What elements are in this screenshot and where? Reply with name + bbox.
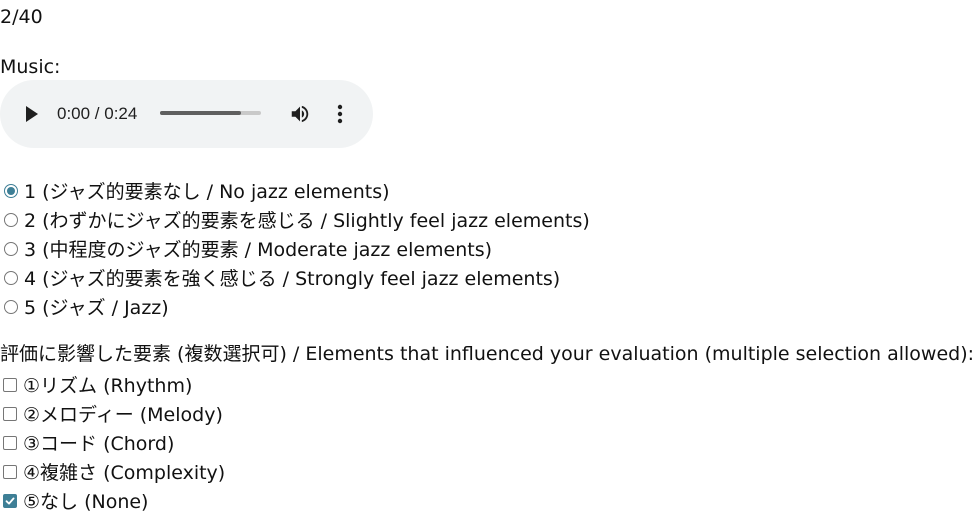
- rating-option-5[interactable]: 5 (ジャズ / Jazz): [0, 292, 590, 321]
- rating-option-label: 4 (ジャズ的要素を強く感じる / Strongly feel jazz ele…: [24, 268, 561, 290]
- influencing-elements-label: 評価に影響した要素 (複数選択可) / Elements that influe…: [0, 343, 973, 365]
- element-option-label: ①リズム (Rhythm): [23, 375, 193, 397]
- music-label: Music:: [0, 56, 61, 78]
- rating-radio[interactable]: [4, 212, 18, 227]
- volume-icon[interactable]: [289, 103, 311, 125]
- element-option-chord[interactable]: ③コード (Chord): [0, 428, 225, 457]
- element-option-melody[interactable]: ②メロディー (Melody): [0, 399, 225, 428]
- element-option-label: ③コード (Chord): [23, 433, 175, 455]
- rating-radio[interactable]: [4, 183, 18, 198]
- seek-bar[interactable]: [160, 111, 261, 115]
- element-option-rhythm[interactable]: ①リズム (Rhythm): [0, 370, 225, 399]
- influencing-elements-group: ①リズム (Rhythm) ②メロディー (Melody) ③コード (Chor…: [0, 370, 225, 515]
- more-options-icon[interactable]: [333, 103, 347, 125]
- rating-radio[interactable]: [4, 241, 18, 256]
- rating-option-2[interactable]: 2 (わずかにジャズ的要素を感じる / Slightly feel jazz e…: [0, 205, 590, 234]
- checkmark-icon: [5, 497, 15, 504]
- rating-option-4[interactable]: 4 (ジャズ的要素を強く感じる / Strongly feel jazz ele…: [0, 263, 590, 292]
- element-option-none[interactable]: ⑤なし (None): [0, 486, 225, 515]
- play-icon[interactable]: [24, 105, 40, 123]
- jazz-rating-group: 1 (ジャズ的要素なし / No jazz elements) 2 (わずかにジ…: [0, 176, 590, 321]
- element-checkbox[interactable]: [3, 464, 17, 479]
- seek-bar-progress: [160, 111, 241, 115]
- element-option-label: ④複雑さ (Complexity): [23, 462, 226, 484]
- element-checkbox[interactable]: [3, 493, 17, 508]
- element-checkbox[interactable]: [3, 377, 17, 392]
- rating-option-label: 2 (わずかにジャズ的要素を感じる / Slightly feel jazz e…: [24, 210, 590, 232]
- rating-option-label: 1 (ジャズ的要素なし / No jazz elements): [24, 181, 390, 203]
- element-option-complexity[interactable]: ④複雑さ (Complexity): [0, 457, 225, 486]
- element-option-label: ②メロディー (Melody): [23, 404, 223, 426]
- element-checkbox[interactable]: [3, 406, 17, 421]
- rating-option-label: 5 (ジャズ / Jazz): [24, 297, 169, 319]
- rating-option-label: 3 (中程度のジャズ的要素 / Moderate jazz elements): [24, 239, 493, 261]
- element-checkbox[interactable]: [3, 435, 17, 450]
- rating-option-3[interactable]: 3 (中程度のジャズ的要素 / Moderate jazz elements): [0, 234, 590, 263]
- rating-radio[interactable]: [4, 270, 18, 285]
- element-option-label: ⑤なし (None): [23, 491, 149, 513]
- rating-radio[interactable]: [4, 299, 18, 314]
- rating-option-1[interactable]: 1 (ジャズ的要素なし / No jazz elements): [0, 176, 590, 205]
- progress-counter: 2/40: [0, 6, 43, 28]
- audio-time: 0:00 / 0:24: [57, 104, 138, 123]
